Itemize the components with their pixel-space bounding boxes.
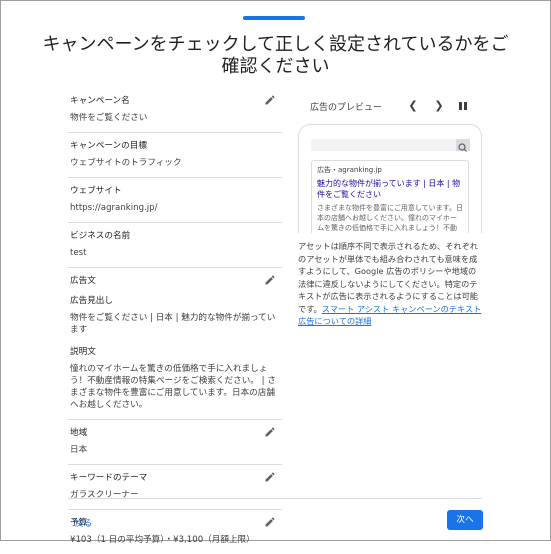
back-button[interactable]: 戻る	[75, 517, 92, 529]
section-title: 広告文	[70, 276, 96, 286]
search-bar	[311, 139, 467, 151]
description-label: 説明文	[70, 347, 96, 357]
search-icon	[456, 139, 470, 152]
pencil-icon[interactable]	[264, 274, 276, 286]
section-title: キャンペーンの目標	[70, 141, 147, 151]
ad-preview-panel: 広告のプレビュー ❮ ❯ 広告・agranking.jp 魅力的な物件が揃ってい…	[298, 96, 482, 326]
section-title: キャンペーン名	[70, 96, 130, 106]
ad-headline[interactable]: 魅力的な物件が揃っています | 日本 | 物件をご覧ください	[317, 178, 463, 200]
ad-description: さまざまな物件を豊富にご用意しています。日本の店舗へお越しください。憧れのマイホ…	[317, 204, 463, 232]
learn-more-link[interactable]: スマート アシスト キャンペーンのテキスト広告についての詳細	[298, 304, 481, 327]
section-value: test	[70, 248, 87, 258]
section-value: https://agranking.jp/	[70, 203, 158, 213]
section-keyword-theme: キーワードのテーマ ガラスクリーナー	[68, 465, 282, 510]
section-value: 日本	[70, 445, 88, 455]
section-title: 予算	[70, 518, 88, 528]
section-title: キーワードのテーマ	[70, 473, 148, 483]
chevron-right-icon[interactable]: ❯	[432, 99, 446, 113]
section-value: ガラスクリーナー	[70, 490, 139, 500]
page-title: キャンペーンをチェックして正しく設定されているかをご確認ください	[42, 34, 509, 77]
section-website: ウェブサイト https://agranking.jp/	[68, 178, 282, 223]
preview-note: アセットは順序不同で表示されるため、それぞれのアセットが単体でも組み合わされても…	[298, 240, 482, 328]
pencil-icon[interactable]	[264, 94, 276, 106]
section-value: ウェブサイトのトラフィック	[70, 158, 182, 168]
split-view-icon[interactable]	[456, 99, 470, 113]
section-business-name: ビジネスの名前 test	[68, 223, 282, 268]
section-value: 物件をご覧ください	[70, 113, 148, 123]
headline-value: 物件をご覧ください | 日本 | 魅力的な物件が揃っています	[70, 313, 276, 335]
preview-header: 広告のプレビュー ❮ ❯	[298, 96, 482, 116]
section-budget: 予算 ¥103（1 日の平均予算）・¥3,100（月額上限）	[68, 510, 282, 554]
pencil-icon[interactable]	[264, 516, 276, 528]
description-value: 憧れのマイホームを驚きの低価格で手に入れましょう！不動産情報の特集ページをご検索…	[70, 364, 276, 410]
pencil-icon[interactable]	[264, 426, 276, 438]
review-list: キャンペーン名 物件をご覧ください キャンペーンの目標 ウェブサイトのトラフィッ…	[68, 88, 282, 554]
section-ad-text: 広告文 広告見出し 物件をご覧ください | 日本 | 魅力的な物件が揃っています…	[68, 268, 282, 420]
section-title: 地域	[70, 428, 88, 438]
preview-label: 広告のプレビュー	[310, 103, 383, 113]
section-title: ウェブサイト	[70, 186, 122, 196]
section-campaign-goal: キャンペーンの目標 ウェブサイトのトラフィック	[68, 133, 282, 178]
pencil-icon[interactable]	[264, 471, 276, 483]
chevron-left-icon[interactable]: ❮	[406, 99, 420, 113]
section-location: 地域 日本	[68, 420, 282, 465]
footer-divider	[68, 498, 482, 499]
section-title: ビジネスの名前	[70, 231, 131, 241]
ad-card: 広告・agranking.jp 魅力的な物件が揃っています | 日本 | 物件を…	[311, 160, 469, 233]
section-value: ¥103（1 日の平均予算）・¥3,100（月額上限）	[70, 535, 255, 545]
phone-mockup: 広告・agranking.jp 魅力的な物件が揃っています | 日本 | 物件を…	[298, 124, 482, 233]
section-campaign-name: キャンペーン名 物件をご覧ください	[68, 88, 282, 133]
next-button[interactable]: 次へ	[447, 510, 483, 530]
ad-url: 広告・agranking.jp	[317, 166, 382, 174]
headline-label: 広告見出し	[70, 296, 113, 306]
progress-bar	[243, 16, 305, 20]
